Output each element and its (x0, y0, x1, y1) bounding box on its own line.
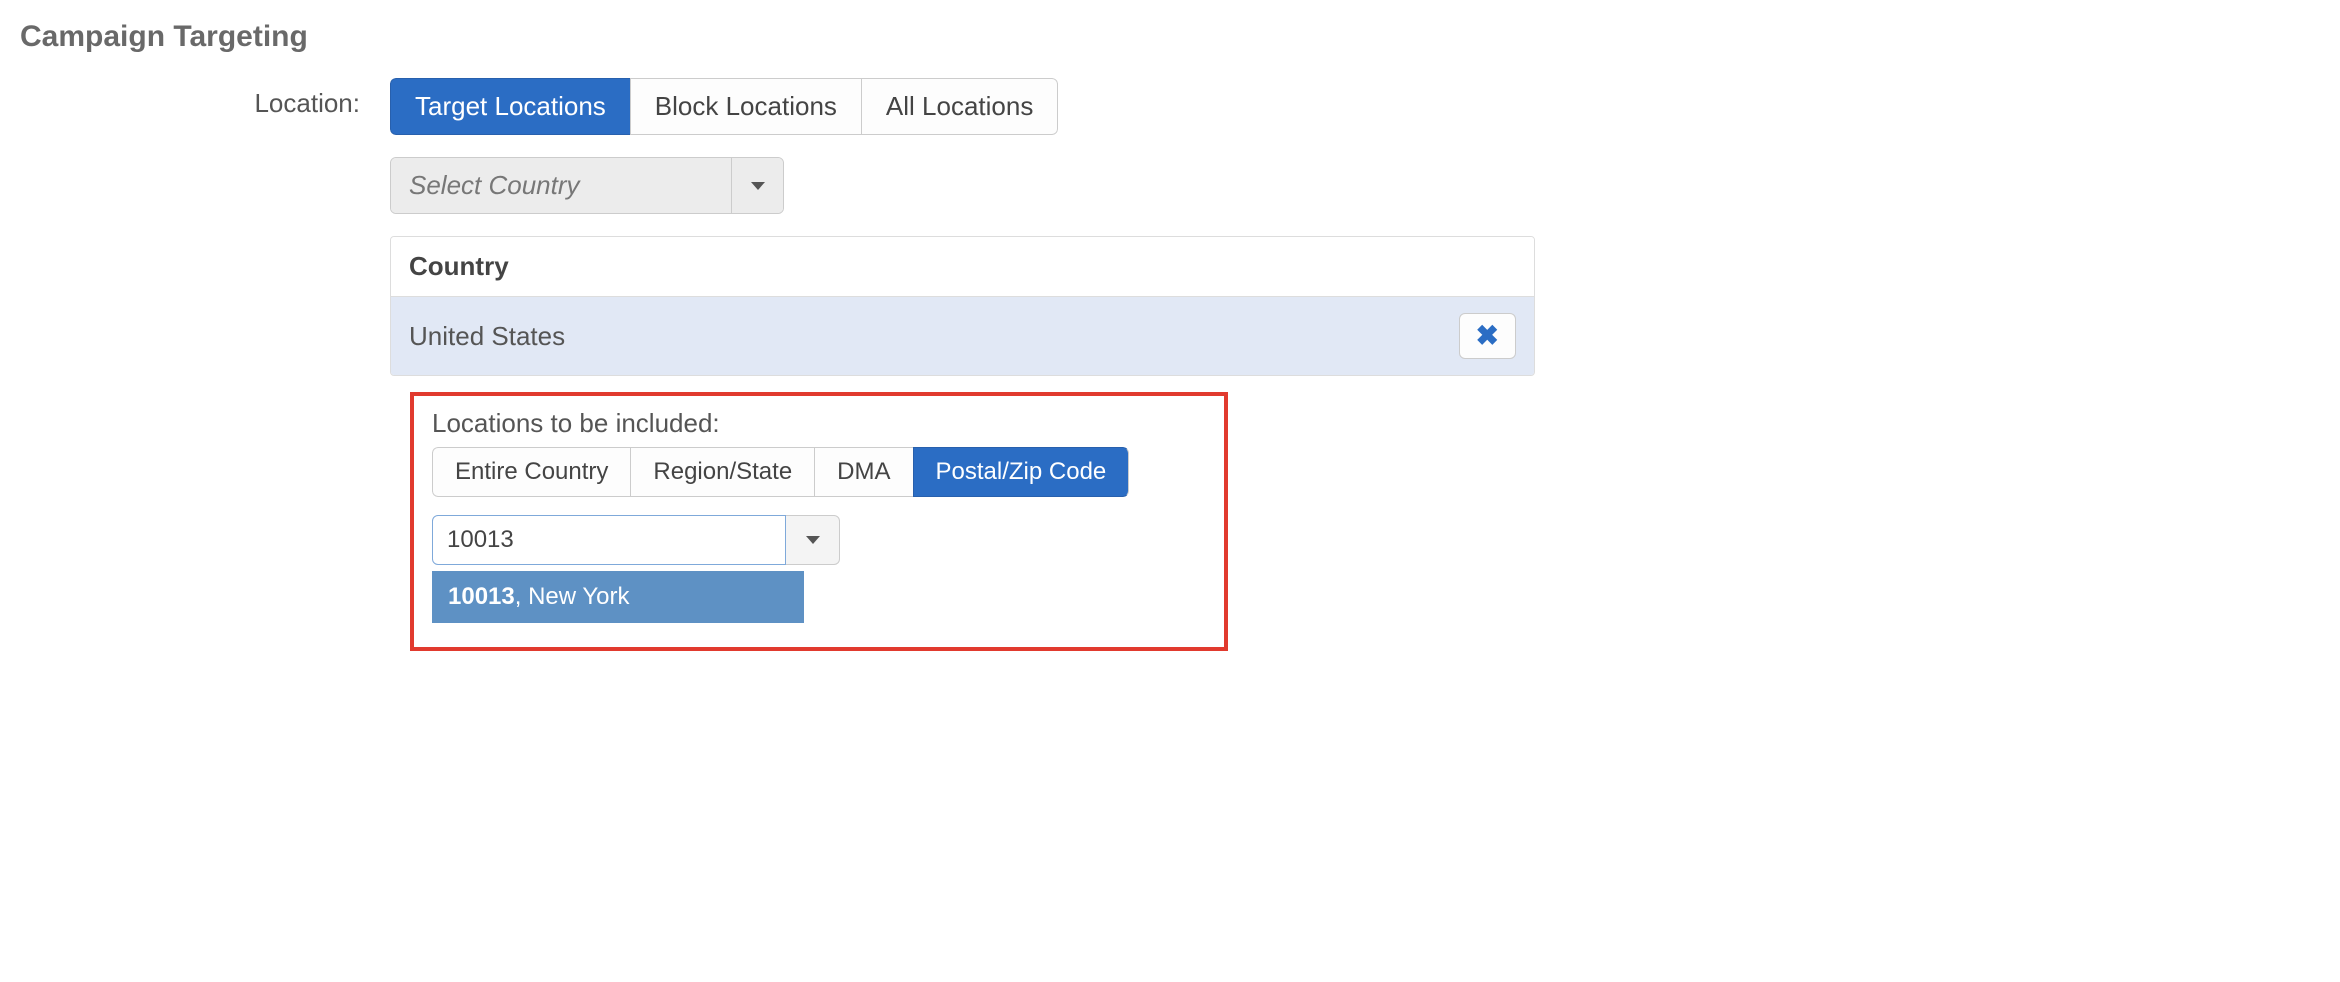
zip-input[interactable] (432, 515, 786, 565)
location-content: Target Locations Block Locations All Loc… (390, 78, 2320, 376)
country-panel-header: Country (391, 237, 1534, 297)
tab-all-locations[interactable]: All Locations (861, 78, 1058, 135)
zip-dropdown-toggle[interactable] (786, 515, 840, 565)
autocomplete-option[interactable]: 10013, New York (432, 571, 804, 623)
location-row: Location: Target Locations Block Locatio… (20, 78, 2320, 376)
country-select-placeholder: Select Country (391, 158, 731, 213)
remove-country-button[interactable]: ✖ (1459, 313, 1516, 359)
chevron-down-icon (806, 536, 820, 544)
include-highlight: Locations to be included: Entire Country… (410, 392, 1228, 651)
location-tabs: Target Locations Block Locations All Loc… (390, 78, 1058, 135)
chevron-down-icon (751, 182, 765, 190)
location-label: Location: (20, 78, 390, 119)
autocomplete-rest: , New York (515, 583, 630, 610)
country-name: United States (409, 321, 565, 352)
country-select-caret[interactable] (731, 158, 783, 213)
country-panel: Country United States ✖ (390, 236, 1535, 376)
scope-postal-zip[interactable]: Postal/Zip Code (913, 447, 1130, 497)
scope-tabs: Entire Country Region/State DMA Postal/Z… (432, 447, 1129, 497)
scope-dma[interactable]: DMA (814, 447, 912, 497)
tab-block-locations[interactable]: Block Locations (630, 78, 861, 135)
scope-region-state[interactable]: Region/State (630, 447, 814, 497)
close-icon: ✖ (1476, 322, 1499, 350)
country-select[interactable]: Select Country (390, 157, 784, 214)
autocomplete-match: 10013 (448, 583, 515, 610)
scope-entire-country[interactable]: Entire Country (432, 447, 630, 497)
include-label: Locations to be included: (432, 408, 1206, 439)
tab-target-locations[interactable]: Target Locations (390, 78, 630, 135)
zip-autocomplete: 10013, New York (432, 571, 804, 623)
section-title: Campaign Targeting (20, 20, 2320, 54)
country-row: United States ✖ (391, 297, 1534, 375)
zip-search (432, 515, 840, 565)
